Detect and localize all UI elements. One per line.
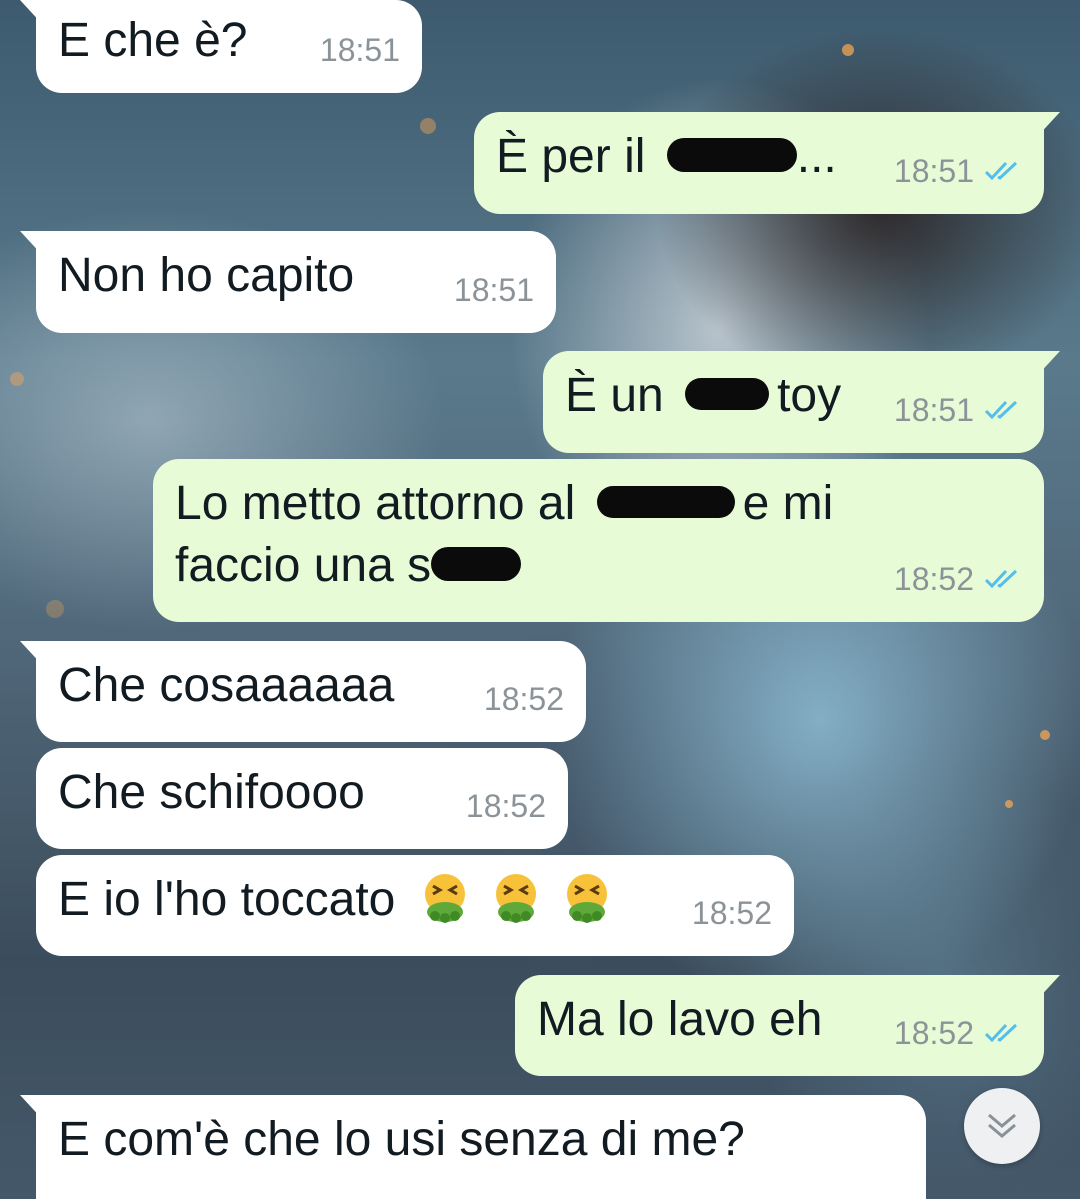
message-bubble-incoming[interactable]: E che è? 18:51 — [20, 0, 422, 93]
face-vomiting-icon — [567, 874, 608, 924]
message-bubble-incoming[interactable]: Non ho capito 18:51 — [20, 231, 556, 333]
redaction-mark — [431, 547, 522, 582]
message-time: 18:52 — [691, 895, 772, 931]
message-bubble-incoming[interactable]: E io l'ho toccato 18:52 — [36, 855, 794, 956]
double-check-icon — [984, 400, 1018, 420]
message-time: 18:51 — [893, 392, 974, 428]
message-text: E io l'ho toccato — [58, 873, 396, 926]
message-text-end: ... — [796, 130, 837, 183]
redaction-mark — [666, 138, 797, 173]
face-vomiting-icon — [424, 874, 465, 924]
message-bubble-incoming[interactable]: Che cosaaaaaa 18:52 — [20, 641, 586, 742]
message-bubble-outgoing[interactable]: È per il ... 18:51 — [474, 112, 1060, 214]
scroll-to-bottom-button[interactable] — [964, 1088, 1040, 1164]
message-time: 18:52 — [465, 788, 546, 824]
message-bubble-incoming[interactable]: Che schifoooo 18:52 — [36, 748, 568, 849]
redaction-mark — [685, 378, 770, 411]
double-check-icon — [984, 161, 1018, 181]
message-text: E com'è che lo usi senza di me? — [58, 1113, 745, 1166]
message-text: Che cosaaaaaa — [58, 659, 395, 712]
message-text-end: toy — [777, 369, 842, 422]
double-check-icon — [984, 1023, 1018, 1043]
chevron-double-down-icon — [988, 1113, 1016, 1138]
message-bubble-outgoing[interactable]: Ma lo lavo eh 18:52 — [515, 975, 1060, 1076]
message-text: Non ho capito — [58, 249, 355, 302]
redaction-mark — [596, 486, 735, 519]
message-time: 18:51 — [319, 32, 400, 68]
message-text: È per il — [496, 130, 646, 183]
message-time: 18:51 — [453, 272, 534, 308]
face-vomiting-icon — [496, 874, 537, 924]
message-text: Lo metto attorno al — [175, 477, 576, 530]
message-text: E che è? — [58, 14, 248, 67]
message-text-end: e mi — [742, 477, 834, 530]
double-check-icon — [984, 569, 1018, 589]
message-text: Ma lo lavo eh — [537, 993, 823, 1046]
message-text: Che schifoooo — [58, 766, 365, 819]
message-text-line2: faccio una s — [175, 539, 432, 592]
message-time: 18:52 — [893, 561, 974, 597]
message-time: 18:52 — [483, 681, 564, 717]
message-text: È un — [565, 369, 664, 422]
message-time: 18:51 — [893, 153, 974, 189]
message-bubble-incoming[interactable]: E com'è che lo usi senza di me? — [20, 1095, 926, 1199]
message-bubble-outgoing[interactable]: È un toy 18:51 — [543, 351, 1060, 453]
message-bubble-outgoing[interactable]: Lo metto attorno al e mi faccio una s 18… — [153, 459, 1044, 622]
message-time: 18:52 — [893, 1015, 974, 1051]
